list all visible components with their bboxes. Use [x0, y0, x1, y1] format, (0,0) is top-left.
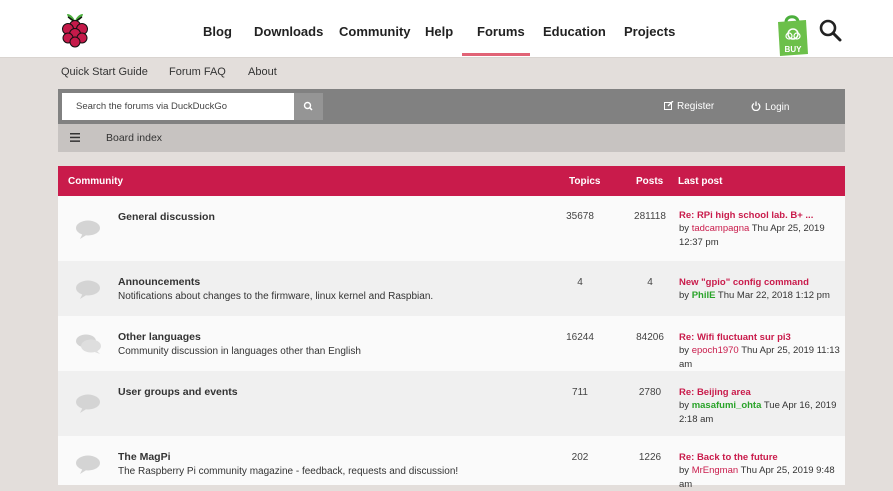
subnav-about[interactable]: About [248, 66, 277, 78]
search-button[interactable] [294, 93, 323, 120]
forum-title[interactable]: General discussion [118, 211, 215, 223]
breadcrumb: Board index [58, 124, 845, 152]
forum-title[interactable]: The MagPi [118, 451, 171, 463]
by-text: by [679, 223, 690, 235]
forum-description: Community discussion in languages other … [118, 346, 361, 357]
shopping-bag-icon[interactable]: BUY [774, 12, 810, 58]
login-link[interactable]: Login [751, 101, 789, 113]
search-input[interactable] [62, 93, 294, 120]
last-post-info: New "gpio" config command by PhilE Thu M… [679, 276, 845, 303]
forum-title[interactable]: User groups and events [118, 386, 238, 398]
forum-read-icon [76, 455, 100, 474]
forum-search-bar [58, 89, 845, 124]
forum-read-icon [76, 220, 100, 239]
nav-downloads[interactable]: Downloads [254, 24, 323, 39]
forum-row: The MagPi The Raspberry Pi community mag… [58, 436, 845, 490]
last-post-title[interactable]: New "gpio" config command [679, 276, 845, 289]
forum-description: The Raspberry Pi community magazine - fe… [118, 466, 459, 477]
header-posts: Posts [636, 176, 664, 187]
forum-row: General discussion 35678 281118 Re: RPi … [58, 196, 845, 261]
forum-table-header: Community Topics Posts Last post [58, 166, 845, 196]
board-index-link[interactable]: Board index [106, 132, 162, 144]
subnav-forum-faq[interactable]: Forum FAQ [169, 66, 226, 78]
header-topics: Topics [569, 176, 601, 187]
post-count: 2780 [638, 387, 662, 398]
last-post-info: Re: Wifi fluctuant sur pi3 by epoch1970 … [679, 331, 845, 371]
forum-title[interactable]: Other languages [118, 331, 201, 343]
topic-count: 202 [571, 452, 589, 463]
edit-icon [664, 100, 674, 110]
topic-count: 16244 [566, 332, 594, 343]
forum-row: Announcements Notifications about change… [58, 261, 845, 316]
top-navigation: Blog Downloads Community Help Forums Edu… [0, 0, 893, 58]
nav-community[interactable]: Community [339, 24, 411, 39]
topic-count: 4 [577, 277, 583, 288]
magnifier-icon [303, 101, 313, 111]
menu-icon[interactable] [70, 133, 80, 142]
login-label: Login [765, 102, 790, 113]
topic-count: 711 [572, 387, 588, 398]
forum-title[interactable]: Announcements [118, 276, 200, 288]
by-text: by [679, 290, 690, 302]
by-text: by [679, 400, 690, 412]
forum-read-icon [76, 280, 100, 299]
last-post-user[interactable]: epoch1970 [692, 345, 739, 356]
forum-description: Notifications about changes to the firmw… [118, 291, 434, 302]
post-count: 1226 [638, 452, 662, 463]
nav-education[interactable]: Education [543, 24, 606, 39]
last-post-title[interactable]: Re: Beijing area [679, 386, 845, 399]
register-link[interactable]: Register [664, 100, 715, 112]
active-tab-indicator [462, 53, 530, 56]
post-count: 4 [647, 277, 653, 288]
nav-forums[interactable]: Forums [477, 24, 525, 39]
last-post-title[interactable]: Re: Back to the future [679, 451, 845, 464]
forum-read-icon [76, 394, 100, 413]
last-post-user[interactable]: MrEngman [692, 465, 738, 476]
nav-blog[interactable]: Blog [203, 24, 232, 39]
last-post-time: Thu Mar 22, 2018 1:12 pm [717, 290, 830, 302]
last-post-info: Re: RPi high school lab. B+ ... by tadca… [679, 209, 845, 249]
topic-count: 35678 [566, 211, 594, 222]
post-count: 84206 [636, 332, 664, 343]
register-label: Register [677, 101, 715, 112]
forum-row: Other languages Community discussion in … [58, 316, 845, 371]
subnav-quick-start[interactable]: Quick Start Guide [61, 66, 148, 78]
last-post-title[interactable]: Re: Wifi fluctuant sur pi3 [679, 331, 845, 344]
post-count: 281118 [634, 211, 666, 222]
nav-help[interactable]: Help [425, 24, 453, 39]
nav-projects[interactable]: Projects [624, 24, 675, 39]
power-icon [751, 101, 761, 112]
buy-label: BUY [785, 45, 803, 54]
search-icon[interactable] [818, 18, 842, 42]
last-post-user[interactable]: PhilE [692, 290, 716, 301]
last-post-user[interactable]: tadcampagna [692, 223, 750, 234]
by-text: by [679, 465, 690, 477]
raspberry-pi-logo[interactable] [58, 10, 92, 48]
forum-row: User groups and events 711 2780 Re: Beij… [58, 371, 845, 436]
header-community[interactable]: Community [68, 176, 123, 187]
header-last-post: Last post [678, 176, 723, 187]
last-post-user[interactable]: masafumi_ohta [692, 400, 762, 411]
last-post-title[interactable]: Re: RPi high school lab. B+ ... [679, 209, 845, 222]
forum-read-icon [76, 334, 101, 354]
last-post-info: Re: Beijing area by masafumi_ohta Tue Ap… [679, 386, 845, 426]
by-text: by [679, 345, 690, 357]
